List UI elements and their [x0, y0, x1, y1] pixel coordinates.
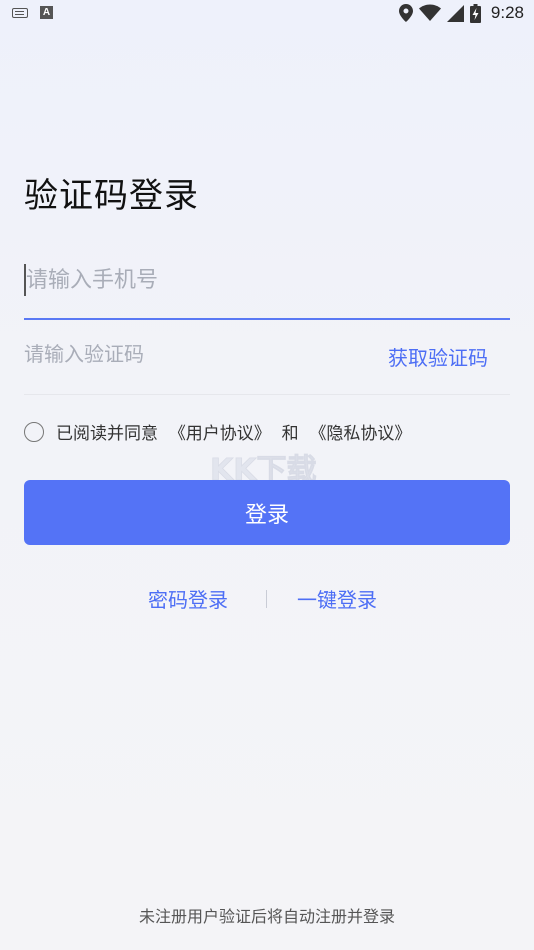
alternative-login-links: 密码登录 一键登录 — [0, 584, 534, 616]
wifi-icon — [418, 4, 441, 21]
battery-charging-icon — [469, 3, 481, 23]
alt-links-divider — [266, 590, 267, 608]
user-agreement-link[interactable]: 《用户协议》 — [169, 419, 271, 444]
one-click-login-link[interactable]: 一键登录 — [297, 584, 377, 613]
cellular-signal-icon — [446, 4, 464, 22]
location-icon — [398, 4, 413, 22]
status-left: A — [12, 6, 53, 19]
agreement-gap-3 — [299, 422, 310, 442]
keyboard-icon — [12, 7, 28, 18]
phone-number-input[interactable] — [24, 258, 506, 302]
page-title: 验证码登录 — [24, 176, 199, 216]
agreement-prefix: 已阅读并同意 — [56, 424, 158, 444]
password-login-link[interactable]: 密码登录 — [148, 584, 228, 613]
code-input-row: 获取验证码 — [24, 324, 510, 395]
verification-code-input[interactable] — [24, 332, 344, 376]
get-code-button[interactable]: 获取验证码 — [388, 342, 488, 371]
status-time: 9:28 — [490, 3, 524, 22]
status-bar: A 9:28 — [0, 0, 534, 28]
font-a-icon: A — [40, 6, 53, 19]
phone-input-row — [24, 254, 510, 320]
footer-note: 未注册用户验证后将自动注册并登录 — [138, 907, 395, 926]
login-button[interactable]: 登录 — [24, 480, 510, 545]
agreement-conjunction: 和 — [281, 424, 299, 444]
status-right: 9:28 — [398, 3, 524, 23]
agreement-gap-2 — [271, 422, 282, 442]
agreement-checkbox[interactable] — [24, 421, 44, 442]
agreement-gap-1 — [158, 422, 169, 442]
privacy-agreement-link[interactable]: 《隐私协议》 — [309, 419, 411, 444]
agreement-row: 已阅读并同意 《用户协议》 和 《隐私协议》 — [24, 419, 411, 444]
